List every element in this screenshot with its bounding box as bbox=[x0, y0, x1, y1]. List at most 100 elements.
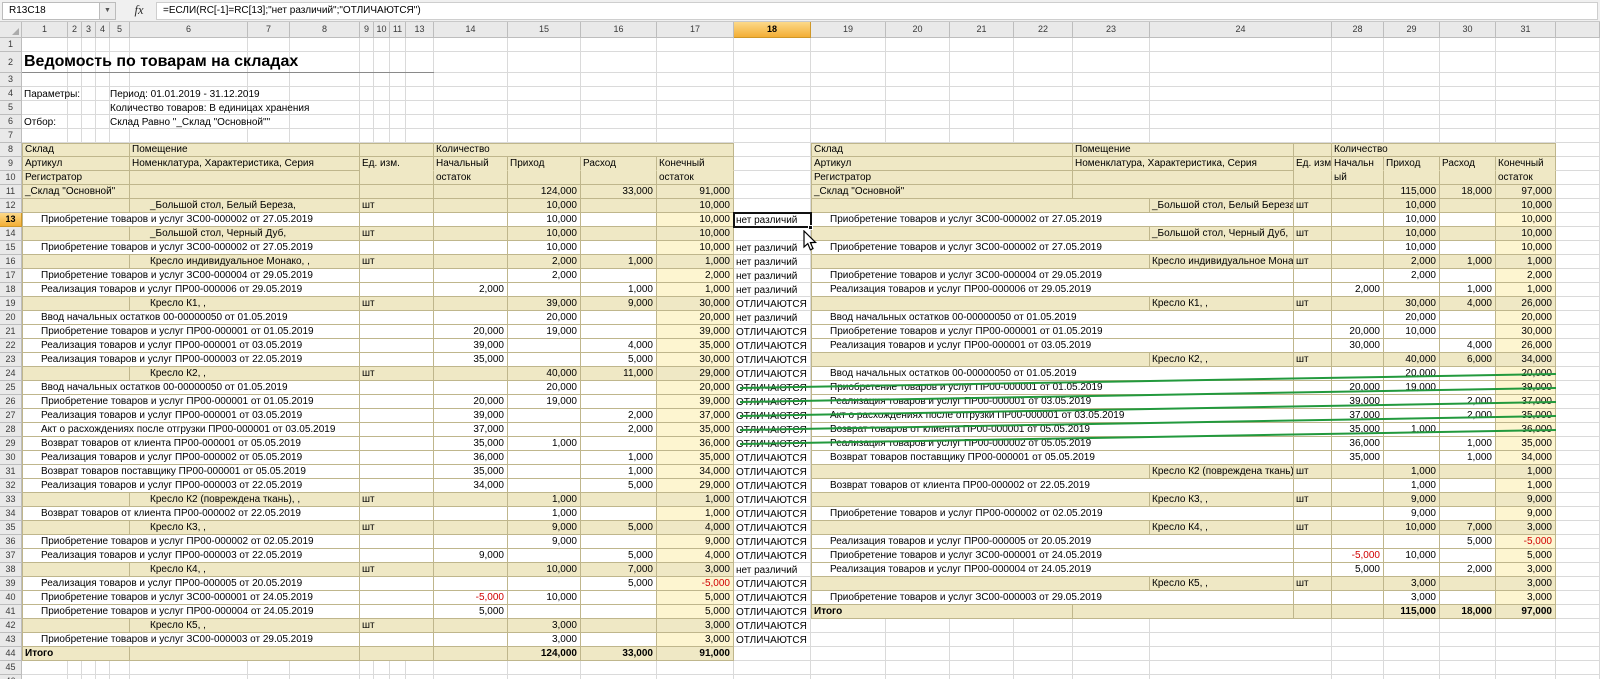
unit-cell[interactable] bbox=[1294, 605, 1332, 619]
row-header-40[interactable]: 40 bbox=[0, 591, 22, 605]
expense-cell[interactable] bbox=[581, 619, 657, 633]
income-cell[interactable]: 20,000 bbox=[508, 381, 581, 395]
comparison-cell[interactable]: ОТЛИЧАЮТСЯ bbox=[734, 591, 811, 605]
income-cell[interactable]: 10,000 bbox=[1384, 213, 1440, 227]
unit-cell[interactable] bbox=[360, 605, 434, 619]
begin-balance-cell[interactable]: 39,000 bbox=[434, 409, 508, 423]
end-balance-cell[interactable]: 1,000 bbox=[657, 507, 734, 521]
header-cell[interactable] bbox=[1073, 171, 1294, 185]
group-name-cell[interactable] bbox=[130, 185, 360, 199]
income-cell[interactable]: 10,000 bbox=[508, 199, 581, 213]
unit-cell[interactable]: шт bbox=[1294, 353, 1332, 367]
item-name-cell[interactable]: Кресло К5, , bbox=[1150, 577, 1294, 591]
row-header-17[interactable]: 17 bbox=[0, 269, 22, 283]
comparison-cell[interactable]: нет различий bbox=[734, 283, 811, 297]
row-header-16[interactable]: 16 bbox=[0, 255, 22, 269]
unit-cell[interactable] bbox=[1294, 311, 1332, 325]
registrar-name-cell[interactable]: Ввод начальных остатков 00-00000050 от 0… bbox=[22, 381, 360, 395]
begin-balance-cell[interactable] bbox=[434, 269, 508, 283]
income-cell[interactable] bbox=[508, 549, 581, 563]
row-header-5[interactable]: 5 bbox=[0, 101, 22, 115]
end-balance-cell[interactable]: 10,000 bbox=[657, 199, 734, 213]
header-cell[interactable]: Расход bbox=[1440, 157, 1496, 171]
header-cell[interactable]: Ед. изм. bbox=[1294, 157, 1332, 171]
income-cell[interactable] bbox=[508, 353, 581, 367]
income-cell[interactable]: 9,000 bbox=[508, 535, 581, 549]
comparison-cell[interactable]: ОТЛИЧАЮТСЯ bbox=[734, 465, 811, 479]
row-header-7[interactable]: 7 bbox=[0, 129, 22, 143]
income-cell[interactable]: 2,000 bbox=[1384, 255, 1440, 269]
end-balance-cell[interactable]: 10,000 bbox=[657, 241, 734, 255]
comparison-cell[interactable]: нет различий bbox=[734, 269, 811, 283]
begin-balance-cell[interactable]: 35,000 bbox=[1332, 423, 1384, 437]
end-balance-cell[interactable]: -5,000 bbox=[1496, 535, 1556, 549]
row-header-11[interactable]: 11 bbox=[0, 185, 22, 199]
end-balance-cell[interactable]: 37,000 bbox=[657, 409, 734, 423]
begin-balance-cell[interactable] bbox=[434, 619, 508, 633]
header-cell[interactable] bbox=[130, 171, 360, 185]
item-name-cell[interactable]: Кресло К2, , bbox=[1150, 353, 1294, 367]
registrar-name-cell[interactable]: Приобретение товаров и услуг ЗС00-000001… bbox=[22, 591, 360, 605]
unit-cell[interactable]: шт bbox=[360, 227, 434, 241]
income-cell[interactable]: 124,000 bbox=[508, 647, 581, 661]
expense-cell[interactable]: 5,000 bbox=[581, 479, 657, 493]
ladder-cell[interactable] bbox=[22, 493, 130, 507]
begin-balance-cell[interactable] bbox=[434, 535, 508, 549]
expense-cell[interactable]: 4,000 bbox=[1440, 297, 1496, 311]
end-balance-cell[interactable]: 97,000 bbox=[1496, 185, 1556, 199]
column-header-29[interactable]: 29 bbox=[1384, 22, 1440, 38]
header-cell[interactable]: Конечный bbox=[657, 157, 734, 171]
row-header-41[interactable]: 41 bbox=[0, 605, 22, 619]
header-cell[interactable] bbox=[581, 171, 657, 185]
begin-balance-cell[interactable]: 37,000 bbox=[434, 423, 508, 437]
registrar-name-cell[interactable]: Реализация товаров и услуг ПР00-000005 о… bbox=[22, 577, 360, 591]
comparison-cell[interactable]: ОТЛИЧАЮТСЯ bbox=[734, 297, 811, 311]
income-cell[interactable]: 3,000 bbox=[508, 619, 581, 633]
column-header-16[interactable]: 16 bbox=[581, 22, 657, 38]
unit-cell[interactable] bbox=[1294, 381, 1332, 395]
item-name-cell[interactable]: Кресло индивидуальное Монако, , bbox=[130, 255, 360, 269]
registrar-name-cell[interactable]: Ввод начальных остатков 00-00000050 от 0… bbox=[22, 311, 360, 325]
end-balance-cell[interactable]: 3,000 bbox=[1496, 591, 1556, 605]
registrar-name-cell[interactable]: Приобретение товаров и услуг ЗС00-000003… bbox=[22, 633, 360, 647]
row-header-46[interactable]: 46 bbox=[0, 675, 22, 679]
row-header-30[interactable]: 30 bbox=[0, 451, 22, 465]
end-balance-cell[interactable]: 1,000 bbox=[657, 283, 734, 297]
expense-cell[interactable]: 1,000 bbox=[1440, 283, 1496, 297]
begin-balance-cell[interactable] bbox=[1332, 605, 1384, 619]
row-header-36[interactable]: 36 bbox=[0, 535, 22, 549]
end-balance-cell[interactable]: 1,000 bbox=[1496, 479, 1556, 493]
begin-balance-cell[interactable] bbox=[434, 521, 508, 535]
begin-balance-cell[interactable] bbox=[434, 213, 508, 227]
header-cell[interactable] bbox=[1294, 143, 1332, 157]
unit-cell[interactable] bbox=[360, 507, 434, 521]
unit-cell[interactable] bbox=[360, 647, 434, 661]
registrar-name-cell[interactable]: Приобретение товаров и услуг ПР00-000002… bbox=[22, 535, 360, 549]
unit-cell[interactable]: шт bbox=[1294, 521, 1332, 535]
income-cell[interactable]: 40,000 bbox=[1384, 353, 1440, 367]
end-balance-cell[interactable]: 30,000 bbox=[657, 353, 734, 367]
row-header-22[interactable]: 22 bbox=[0, 339, 22, 353]
header-cell[interactable]: остаток bbox=[434, 171, 508, 185]
row-header-39[interactable]: 39 bbox=[0, 577, 22, 591]
begin-balance-cell[interactable] bbox=[1332, 297, 1384, 311]
expense-cell[interactable] bbox=[1440, 311, 1496, 325]
income-cell[interactable] bbox=[508, 465, 581, 479]
income-cell[interactable]: 30,000 bbox=[1384, 297, 1440, 311]
end-balance-cell[interactable]: 34,000 bbox=[1496, 451, 1556, 465]
unit-cell[interactable] bbox=[1294, 423, 1332, 437]
income-cell[interactable]: 10,000 bbox=[1384, 199, 1440, 213]
unit-cell[interactable] bbox=[360, 591, 434, 605]
comparison-cell[interactable]: ОТЛИЧАЮТСЯ bbox=[734, 381, 811, 395]
begin-balance-cell[interactable] bbox=[1332, 465, 1384, 479]
unit-cell[interactable] bbox=[1294, 549, 1332, 563]
income-cell[interactable]: 19,000 bbox=[1384, 381, 1440, 395]
registrar-name-cell[interactable]: Приобретение товаров и услуг ПР00-000001… bbox=[811, 325, 1294, 339]
column-header-1[interactable]: 1 bbox=[22, 22, 68, 38]
expense-cell[interactable] bbox=[581, 213, 657, 227]
begin-balance-cell[interactable]: 37,000 bbox=[1332, 409, 1384, 423]
expense-cell[interactable]: 11,000 bbox=[581, 367, 657, 381]
expense-cell[interactable]: 7,000 bbox=[581, 563, 657, 577]
end-balance-cell[interactable]: 1,000 bbox=[657, 493, 734, 507]
header-cell[interactable]: Склад bbox=[811, 143, 1073, 157]
